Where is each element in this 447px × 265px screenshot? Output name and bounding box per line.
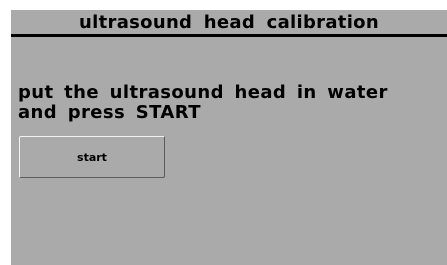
start-button[interactable]: start [19,136,165,178]
title-bar: ultrasound head calibration [11,10,447,37]
calibration-screen: ultrasound head calibration put the ultr… [11,10,447,265]
start-button-label: start [77,150,107,164]
instruction-text: put the ultrasound head in water and pre… [18,82,388,123]
screen-title: ultrasound head calibration [79,11,379,33]
